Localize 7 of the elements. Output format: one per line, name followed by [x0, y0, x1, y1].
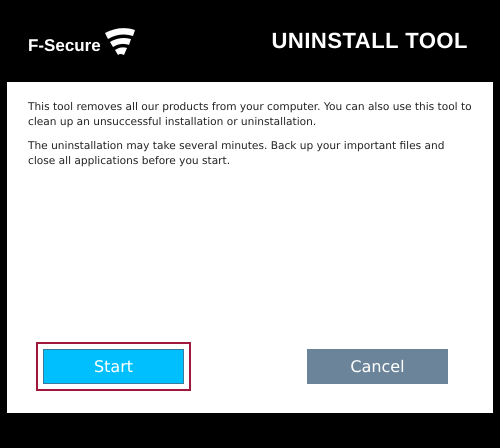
description-text: This tool removes all our products from your computer. You can also use this tool to clean up an unsuccessful installation or uninstallation.: [28, 100, 473, 130]
logo-text: F-Secure: [28, 36, 101, 56]
logo-icon: [102, 26, 137, 56]
window-title: UNINSTALL TOOL: [272, 28, 468, 54]
description-text: The uninstallation may take several minutes. Back up your important files and close all applications before you start.: [28, 139, 446, 169]
start-button[interactable]: Start: [43, 349, 184, 384]
cancel-button[interactable]: Cancel: [307, 349, 448, 384]
